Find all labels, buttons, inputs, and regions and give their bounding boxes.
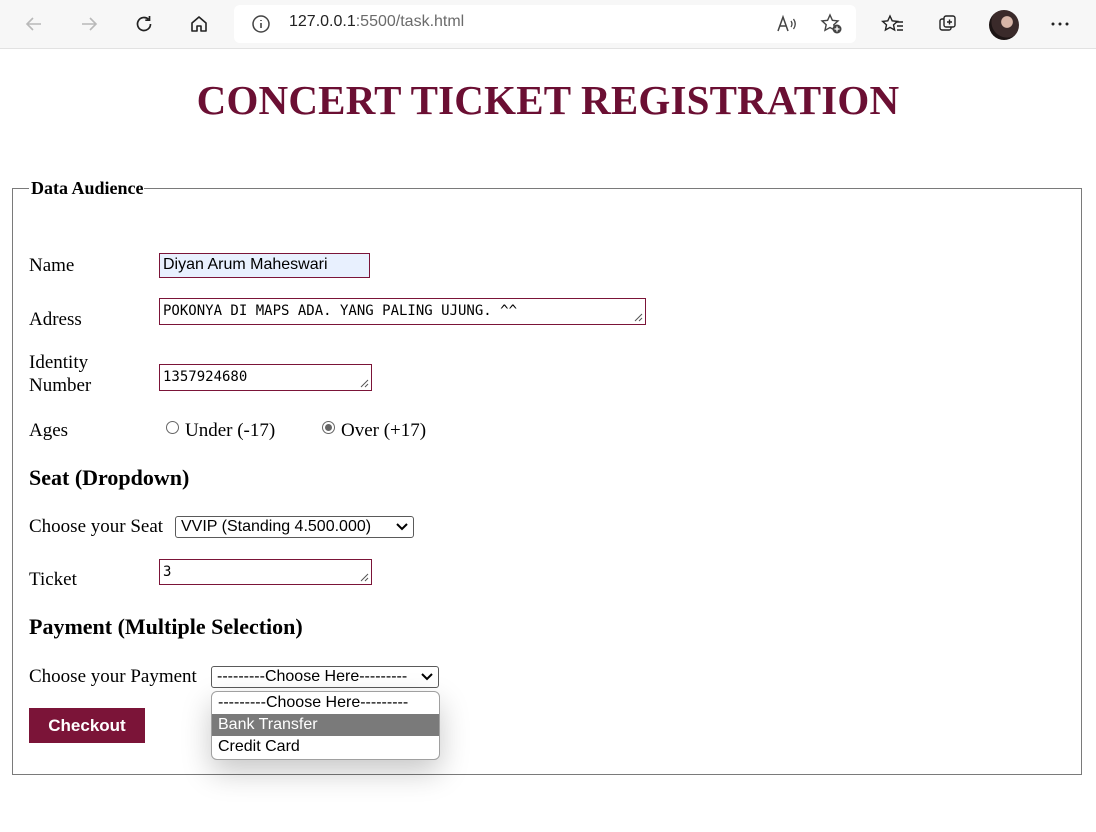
payment-select[interactable]: ---------Choose Here--------- xyxy=(211,666,439,688)
ages-label: Ages xyxy=(29,420,69,441)
url-path: :5500/task.html xyxy=(355,13,465,30)
url-text: 127.0.0.1:5500/task.html xyxy=(289,13,464,31)
seat-label: Choose your Seat xyxy=(29,516,164,537)
resize-grip-icon[interactable] xyxy=(634,313,643,322)
more-icon[interactable] xyxy=(1046,10,1074,38)
address-textarea[interactable]: POKONYA DI MAPS ADA. YANG PALING UJUNG. … xyxy=(159,298,646,325)
address-bar[interactable]: 127.0.0.1:5500/task.html xyxy=(234,5,856,43)
age-over-radio[interactable] xyxy=(322,421,335,434)
identity-label-line2: Number xyxy=(29,375,92,396)
info-icon[interactable] xyxy=(251,14,271,39)
profile-avatar[interactable] xyxy=(989,10,1019,40)
resize-grip-icon[interactable] xyxy=(360,379,369,388)
name-input-value: Diyan Arum Maheswari xyxy=(163,256,328,273)
identity-value: 1357924680 xyxy=(163,369,248,385)
page-title: CONCERT TICKET REGISTRATION xyxy=(196,77,900,123)
name-label: Name xyxy=(29,255,75,276)
age-over-label: Over (+17) xyxy=(341,420,427,441)
forward-icon[interactable] xyxy=(75,10,103,38)
checkout-button[interactable]: Checkout xyxy=(29,708,145,743)
home-icon[interactable] xyxy=(185,10,213,38)
collections-icon[interactable] xyxy=(934,10,962,38)
chevron-down-icon xyxy=(396,523,408,531)
payment-option-credit-card[interactable]: Credit Card xyxy=(212,736,439,758)
browser-toolbar: 127.0.0.1:5500/task.html xyxy=(0,0,1096,49)
ticket-value: 3 xyxy=(163,564,172,580)
ticket-label: Ticket xyxy=(29,569,77,590)
name-input[interactable]: Diyan Arum Maheswari xyxy=(159,253,370,278)
read-aloud-icon[interactable] xyxy=(776,14,798,39)
ticket-textarea[interactable]: 3 xyxy=(159,559,372,585)
fieldset-legend: Data Audience xyxy=(31,178,144,198)
back-icon[interactable] xyxy=(20,10,48,38)
address-label: Adress xyxy=(29,309,82,330)
payment-label: Choose your Payment xyxy=(29,666,197,687)
identity-textarea[interactable]: 1357924680 xyxy=(159,364,372,391)
age-under-label: Under (-17) xyxy=(185,420,276,441)
chevron-down-icon xyxy=(421,673,433,681)
resize-grip-icon[interactable] xyxy=(360,573,369,582)
url-host: 127.0.0.1 xyxy=(289,13,356,30)
seat-heading: Seat (Dropdown) xyxy=(29,465,190,490)
payment-heading: Payment (Multiple Selection) xyxy=(29,614,303,639)
seat-select[interactable]: VVIP (Standing 4.500.000) xyxy=(175,516,414,538)
payment-select-value: ---------Choose Here--------- xyxy=(217,668,408,685)
address-value: POKONYA DI MAPS ADA. YANG PALING UJUNG. … xyxy=(163,303,518,319)
payment-dropdown-list: ---------Choose Here--------- Bank Trans… xyxy=(211,691,440,760)
refresh-icon[interactable] xyxy=(130,10,158,38)
seat-select-value: VVIP (Standing 4.500.000) xyxy=(181,518,372,535)
age-under-radio[interactable] xyxy=(166,421,179,434)
payment-option-bank-transfer[interactable]: Bank Transfer xyxy=(212,714,439,736)
add-favorite-icon[interactable] xyxy=(820,13,844,40)
identity-label-line1: Identity xyxy=(29,352,89,373)
payment-option-placeholder[interactable]: ---------Choose Here--------- xyxy=(212,692,439,714)
favorites-icon[interactable] xyxy=(879,10,907,38)
